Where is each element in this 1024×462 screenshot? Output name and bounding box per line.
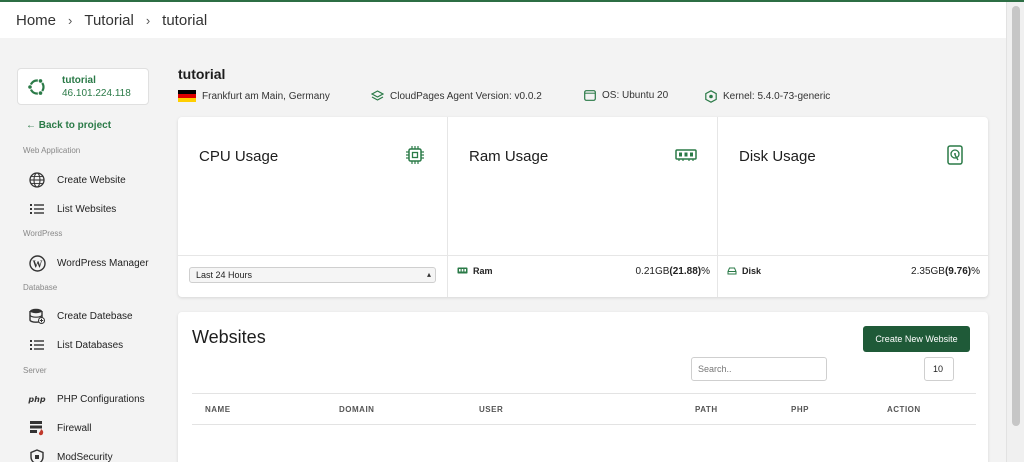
disk-label-text: Disk — [742, 266, 762, 276]
section-label-server: Server — [23, 366, 47, 375]
search-input[interactable] — [691, 357, 827, 381]
sidebar-item-label: List Databases — [57, 339, 124, 351]
ram-label: Ram — [457, 266, 493, 276]
sidebar-item-create-database[interactable]: Create Datebase — [28, 307, 133, 325]
ram-amount: 0.21GB — [635, 266, 670, 277]
server-kernel: Kernel: 5.4.0-73-generic — [705, 90, 830, 103]
column-header-path[interactable]: PATH — [695, 405, 718, 414]
disk-label: Disk — [727, 266, 761, 276]
back-to-project-link[interactable]: ← Back to project — [26, 120, 111, 131]
page-scrollbar[interactable] — [1006, 2, 1024, 462]
sidebar-item-modsecurity[interactable]: ModSecurity — [28, 448, 113, 462]
column-header-user[interactable]: USER — [479, 405, 503, 414]
sidebar-item-wordpress-manager[interactable]: W WordPress Manager — [28, 254, 149, 272]
ram-percent-sign: % — [701, 266, 710, 277]
modsecurity-icon — [28, 448, 46, 462]
chevron-right-icon: › — [68, 12, 73, 28]
websites-panel: Websites Create New Website 10 NAME DOMA… — [178, 312, 988, 462]
usage-panel: CPU Usage Last 24 Hours ▴ Ram Usage Ram … — [178, 117, 988, 297]
ram-usage-footer: Ram 0.21GB(21.88)% — [448, 255, 718, 297]
sidebar-item-label: WordPress Manager — [57, 257, 149, 269]
disk-percent: (9.76) — [944, 266, 972, 277]
layers-icon — [371, 90, 384, 102]
ram-label-text: Ram — [473, 266, 493, 276]
select-arrows-icon: ▴ — [426, 270, 431, 279]
ram-small-icon — [457, 267, 468, 275]
sidebar-item-firewall[interactable]: Firewall — [28, 419, 91, 437]
server-location: Frankfurt am Main, Germany — [178, 90, 330, 102]
cpu-icon — [405, 145, 425, 165]
agent-version: CloudPages Agent Version: v0.0.2 — [371, 90, 542, 102]
sidebar-item-label: PHP Configurations — [57, 393, 145, 405]
sidebar-item-list-databases[interactable]: List Databases — [28, 336, 123, 354]
disk-small-icon — [727, 267, 737, 275]
sidebar-item-label: List Websites — [57, 203, 117, 215]
sidebar-item-list-websites[interactable]: List Websites — [28, 200, 116, 218]
firewall-icon — [28, 419, 46, 437]
websites-table-header: NAME DOMAIN USER PATH PHP ACTION — [192, 393, 976, 425]
ubuntu-icon — [26, 76, 48, 98]
server-os-text: OS: Ubuntu 20 — [602, 90, 669, 101]
server-ip: 46.101.224.118 — [62, 87, 131, 99]
globe-icon — [28, 171, 46, 189]
cpu-usage-title: CPU Usage — [199, 148, 279, 165]
agent-version-text: CloudPages Agent Version: v0.0.2 — [390, 90, 542, 102]
scrollbar-thumb[interactable] — [1012, 6, 1020, 426]
kernel-icon — [705, 90, 717, 103]
disk-usage-card: Disk Usage Disk 2.35GB(9.76)% — [718, 117, 988, 297]
svg-text:php: php — [28, 395, 46, 404]
ram-value: 0.21GB(21.88)% — [635, 266, 710, 277]
list-icon — [28, 200, 46, 218]
disk-usage-title: Disk Usage — [739, 148, 816, 165]
disk-value: 2.35GB(9.76)% — [911, 266, 980, 277]
sidebar-item-label: Create Datebase — [57, 310, 133, 322]
chevron-right-icon: › — [145, 12, 151, 28]
disk-amount: 2.35GB — [911, 266, 945, 277]
time-range-select[interactable]: Last 24 Hours ▴ — [189, 267, 436, 283]
section-label-database: Database — [23, 283, 58, 292]
app-content: tutorial 46.101.224.118 ← Back to projec… — [0, 38, 1006, 462]
window-icon — [584, 90, 596, 101]
create-new-website-button[interactable]: Create New Website — [863, 326, 970, 352]
database-add-icon — [28, 307, 46, 325]
page-title: tutorial — [178, 66, 226, 82]
ram-icon — [675, 145, 697, 165]
sidebar-item-php-configurations[interactable]: php PHP Configurations — [28, 390, 145, 408]
column-header-name[interactable]: NAME — [205, 405, 231, 414]
column-header-domain[interactable]: DOMAIN — [339, 405, 374, 414]
cpu-usage-card: CPU Usage Last 24 Hours ▴ — [178, 117, 448, 297]
breadcrumb-home[interactable]: Home — [16, 12, 56, 29]
list-icon — [28, 336, 46, 354]
php-icon: php — [28, 390, 46, 408]
server-location-text: Frankfurt am Main, Germany — [202, 90, 330, 102]
page-size-select[interactable]: 10 — [924, 357, 954, 381]
germany-flag-icon — [178, 90, 196, 102]
ram-usage-title: Ram Usage — [469, 148, 549, 165]
server-kernel-text: Kernel: 5.4.0-73-generic — [723, 91, 831, 102]
breadcrumb: Home › Tutorial › tutorial — [0, 2, 1006, 38]
ram-usage-card: Ram Usage Ram 0.21GB(21.88)% — [448, 117, 718, 297]
server-name: tutorial — [62, 74, 96, 86]
time-range-value: Last 24 Hours — [196, 270, 253, 280]
disk-icon — [946, 145, 966, 165]
sidebar-item-label: Create Website — [57, 174, 126, 186]
sidebar-item-label: Firewall — [57, 422, 92, 434]
disk-usage-footer: Disk 2.35GB(9.76)% — [718, 255, 988, 297]
wordpress-icon: W — [28, 254, 46, 272]
section-label-wordpress: WordPress — [23, 229, 63, 238]
breadcrumb-server: tutorial — [162, 11, 208, 29]
cpu-usage-footer: Last 24 Hours ▴ — [178, 255, 448, 297]
breadcrumb-project[interactable]: Tutorial — [84, 12, 133, 29]
column-header-php[interactable]: PHP — [791, 405, 809, 414]
ram-percent: (21.88) — [669, 266, 702, 277]
websites-title: Websites — [192, 327, 266, 347]
server-card[interactable]: tutorial 46.101.224.118 — [17, 68, 149, 105]
server-os: OS: Ubuntu 20 — [584, 90, 668, 101]
section-label-web-application: Web Application — [23, 146, 81, 155]
svg-text:W: W — [32, 259, 42, 270]
sidebar-item-create-website[interactable]: Create Website — [28, 171, 126, 189]
column-header-action: ACTION — [887, 405, 921, 414]
disk-percent-sign: % — [971, 266, 980, 277]
sidebar-item-label: ModSecurity — [57, 451, 113, 462]
